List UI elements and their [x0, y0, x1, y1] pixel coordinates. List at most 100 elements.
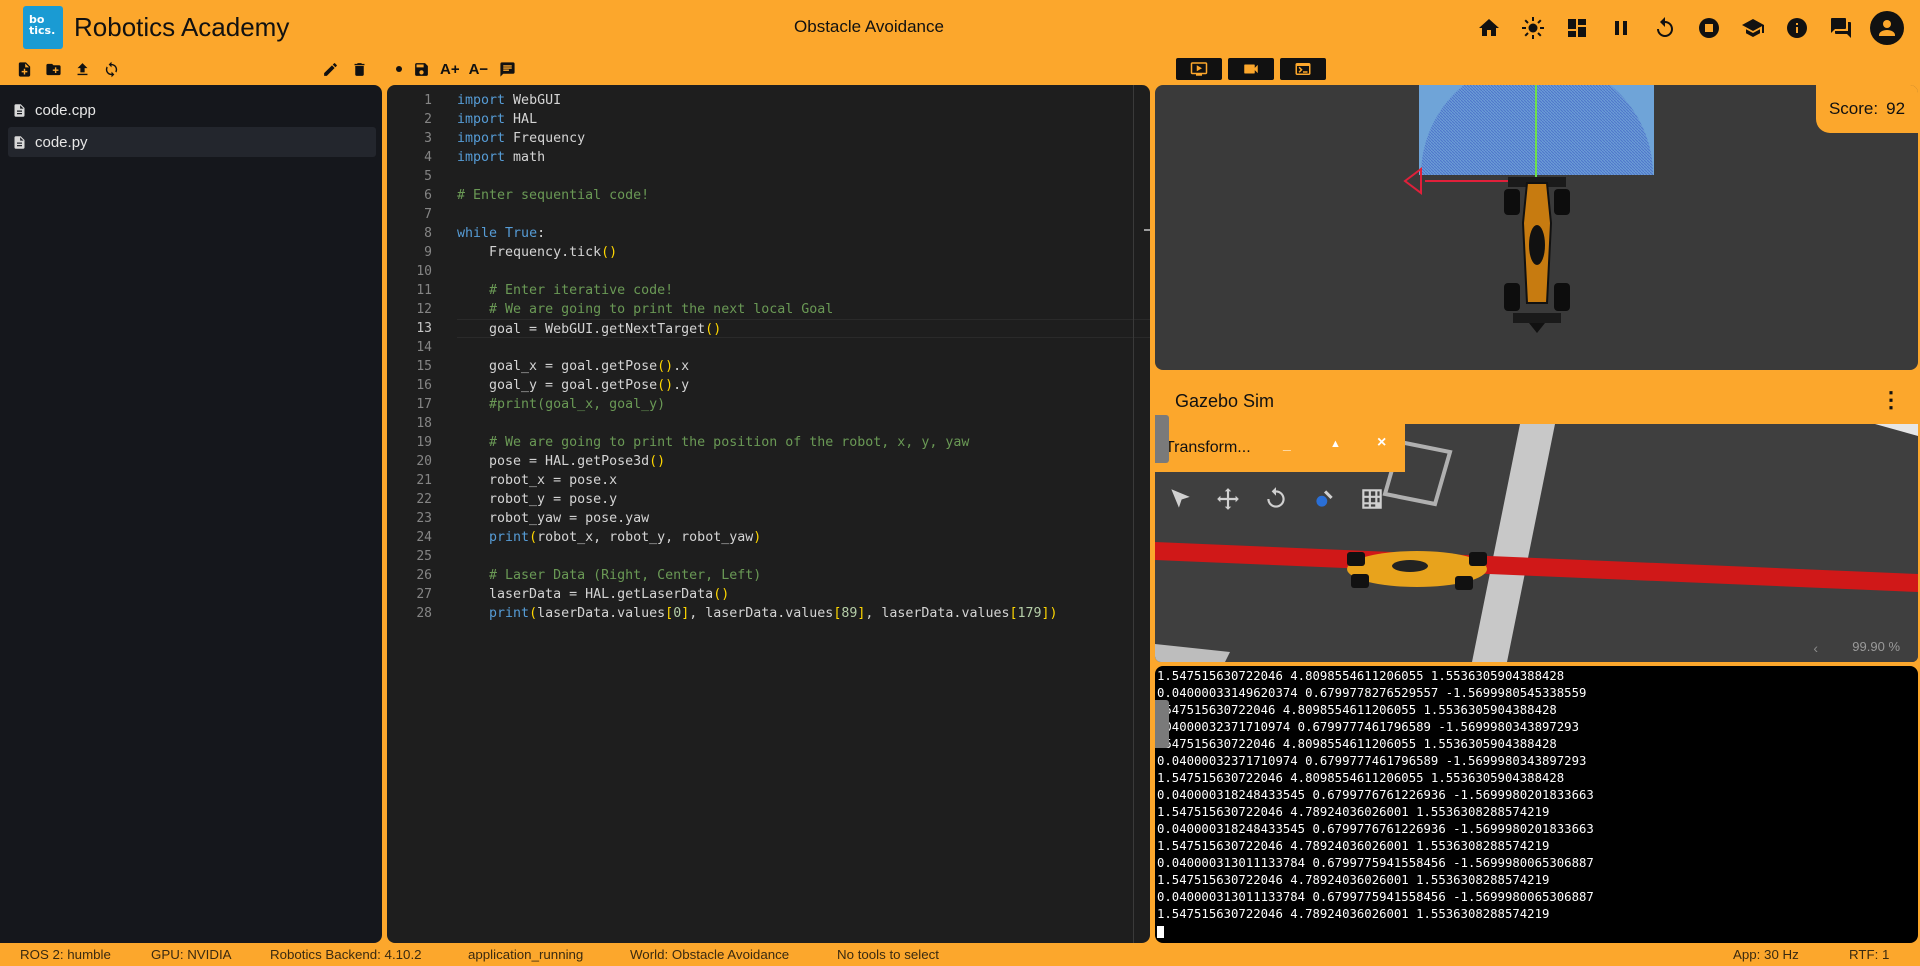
console-line: .547515630722046 4.8098554611206055 1.55…: [1157, 703, 1557, 717]
camera-icon[interactable]: [1228, 58, 1274, 80]
code-line[interactable]: # We are going to print the next local G…: [457, 300, 1140, 319]
file-item-code-cpp[interactable]: code.cpp: [8, 95, 376, 125]
code-line[interactable]: ​: [457, 338, 1140, 357]
code-line[interactable]: ​: [457, 205, 1140, 224]
line-number: 7: [424, 207, 432, 222]
code-line[interactable]: ​: [457, 414, 1140, 433]
code-area[interactable]: import WebGUI import HAL import Frequency i…: [457, 85, 1150, 623]
scrollbar-marker[interactable]: [1144, 229, 1150, 231]
code-line[interactable]: ​: [457, 167, 1140, 186]
font-increase-button[interactable]: A+: [440, 61, 460, 78]
terminal-console[interactable]: 1.547515630722046 4.8098554611206055 1.5…: [1155, 666, 1918, 943]
new-file-icon[interactable]: [14, 59, 34, 79]
layout-dashboard-icon[interactable]: [1562, 13, 1592, 43]
code-line[interactable]: # Laser Data (Right, Center, Left): [457, 566, 1140, 585]
console-line: 1.547515630722046 4.78924036026001 1.553…: [1157, 873, 1550, 887]
pause-icon[interactable]: [1606, 13, 1636, 43]
console-line: 0.040000313011133784 0.6799775941558456 …: [1157, 890, 1594, 904]
refresh-icon[interactable]: [101, 59, 121, 79]
code-line[interactable]: # We are going to print the position of …: [457, 433, 1140, 452]
collapse-button[interactable]: ▲: [1330, 438, 1341, 450]
code-line[interactable]: goal = WebGUI.getNextTarget(): [457, 319, 1150, 338]
monitor-icon[interactable]: [1176, 58, 1222, 80]
code-line[interactable]: goal_y = goal.getPose().y: [457, 376, 1140, 395]
file-icon: [14, 135, 25, 149]
code-line[interactable]: import Frequency: [457, 129, 1140, 148]
line-number: 3: [424, 131, 432, 146]
terminal-icon[interactable]: [1280, 58, 1326, 80]
file-item-code-py[interactable]: code.py: [8, 127, 376, 157]
line-number: 21: [416, 473, 432, 488]
school-icon[interactable]: [1738, 13, 1768, 43]
select-icon[interactable]: [1167, 486, 1193, 517]
code-line[interactable]: ​: [457, 547, 1140, 566]
console-line: .04000032371710974 0.6799777461796589 -1…: [1157, 720, 1579, 734]
save-icon[interactable]: [411, 59, 431, 79]
account-icon[interactable]: [1870, 11, 1904, 45]
target-arrow-icon: [1403, 167, 1422, 195]
console-line: 1.547515630722046 4.78924036026001 1.553…: [1157, 805, 1550, 819]
new-folder-icon[interactable]: [43, 59, 63, 79]
backend-version: Robotics Backend: 4.10.2: [270, 947, 422, 962]
line-number: 14: [416, 340, 432, 355]
code-line[interactable]: while True:: [457, 224, 1140, 243]
code-line[interactable]: laserData = HAL.getLaserData(): [457, 585, 1140, 604]
translate-icon[interactable]: [1215, 486, 1241, 517]
gazebo-3d-view[interactable]: Transform... _ ▲ × ‹ 99.90 %: [1155, 424, 1918, 662]
line-number: 15: [416, 359, 432, 374]
line-number: 8: [424, 226, 432, 241]
code-line[interactable]: print(robot_x, robot_y, robot_yaw): [457, 528, 1140, 547]
console-line: 1.547515630722046 4.8098554611206055 1.5…: [1157, 771, 1565, 785]
code-line[interactable]: #print(goal_x, goal_y): [457, 395, 1140, 414]
grid-icon[interactable]: [1359, 486, 1385, 517]
gazebo-drawer-handle[interactable]: [1155, 415, 1169, 463]
code-line[interactable]: robot_x = pose.x: [457, 471, 1140, 490]
console-drawer-handle[interactable]: [1155, 700, 1169, 748]
comment-icon[interactable]: [497, 59, 517, 79]
forum-icon[interactable]: [1826, 13, 1856, 43]
console-cursor: [1157, 926, 1164, 938]
code-line[interactable]: # Enter sequential code!: [457, 186, 1140, 205]
code-line[interactable]: ​: [457, 262, 1140, 281]
spawn-icon[interactable]: [1311, 486, 1337, 517]
line-number: 17: [416, 397, 432, 412]
console-line: 0.04000033149620374 0.6799778276529557 -…: [1157, 686, 1587, 700]
delete-icon[interactable]: [349, 59, 369, 79]
more-vert-icon[interactable]: ⋮: [1880, 389, 1902, 411]
code-line[interactable]: Frequency.tick(): [457, 243, 1140, 262]
info-icon[interactable]: [1782, 13, 1812, 43]
code-line[interactable]: goal_x = goal.getPose().x: [457, 357, 1140, 376]
code-line[interactable]: # Enter iterative code!: [457, 281, 1140, 300]
score-value: 92: [1886, 99, 1906, 118]
font-decrease-button[interactable]: A−: [469, 61, 489, 78]
theme-brightness-icon[interactable]: [1518, 13, 1548, 43]
laser-visualization: [1403, 85, 1654, 333]
minimize-button[interactable]: _: [1283, 436, 1291, 452]
editor-ruler: [1133, 85, 1134, 943]
upload-icon[interactable]: [72, 59, 92, 79]
edit-icon[interactable]: [320, 59, 340, 79]
chevron-left-icon[interactable]: ‹: [1813, 640, 1818, 656]
code-line[interactable]: import math: [457, 148, 1140, 167]
view-toolbar: [1176, 58, 1326, 80]
code-line[interactable]: robot_yaw = pose.yaw: [457, 509, 1140, 528]
code-line[interactable]: pose = HAL.getPose3d(): [457, 452, 1140, 471]
code-line[interactable]: import HAL: [457, 110, 1140, 129]
code-editor[interactable]: 1 2 3 4 5 6 7 8 9 10 11 12 13 14 15 16 17 18 19 20 21 22 23 24 2…: [387, 85, 1150, 943]
code-line[interactable]: robot_y = pose.y: [457, 490, 1140, 509]
close-button[interactable]: ×: [1377, 434, 1386, 452]
code-line[interactable]: import WebGUI: [457, 91, 1140, 110]
rotate-icon[interactable]: [1263, 486, 1289, 517]
console-line: 0.040000313011133784 0.6799775941558456 …: [1157, 856, 1594, 870]
unsaved-indicator: [396, 66, 402, 72]
console-line: .547515630722046 4.8098554611206055 1.55…: [1157, 737, 1557, 751]
ros-version: ROS 2: humble: [20, 947, 111, 962]
code-line[interactable]: print(laserData.values[0], laserData.val…: [457, 604, 1140, 623]
reset-icon[interactable]: [1650, 13, 1680, 43]
stop-icon[interactable]: [1694, 13, 1724, 43]
line-number: 28: [416, 606, 432, 621]
zoom-level: 99.90 %: [1852, 639, 1900, 654]
transform-panel[interactable]: Transform... _ ▲ ×: [1155, 424, 1405, 472]
line-number: 12: [416, 302, 432, 317]
home-icon[interactable]: [1474, 13, 1504, 43]
